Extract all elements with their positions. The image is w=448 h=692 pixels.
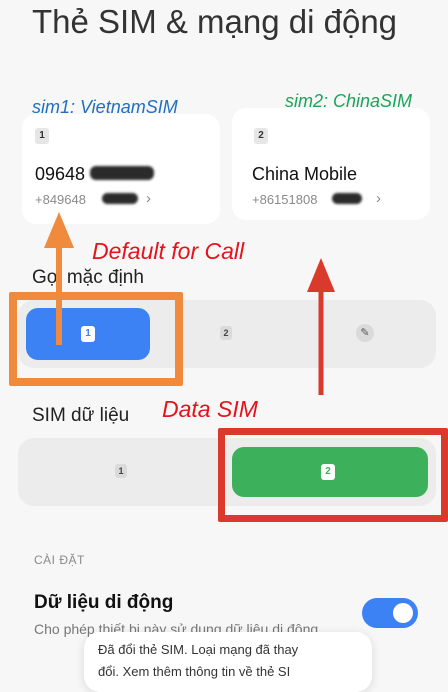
toast-line-2: đổi. Xem thêm thông tin về thẻ SI [98,664,291,679]
red-arrow [307,258,335,395]
settings-section-label: CÀI ĐẶT [34,553,85,567]
mobile-data-title: Dữ liệu di động [34,592,174,613]
toast-line-1: Đã đổi thẻ SIM. Loại mạng đã thay [98,642,299,657]
mobile-data-toggle[interactable] [362,598,418,628]
toast-notification: Đã đổi thẻ SIM. Loại mạng đã thay đổi. X… [84,632,372,692]
annotation-arrows [44,212,335,395]
toggle-knob [393,603,413,623]
orange-arrow [44,212,74,345]
